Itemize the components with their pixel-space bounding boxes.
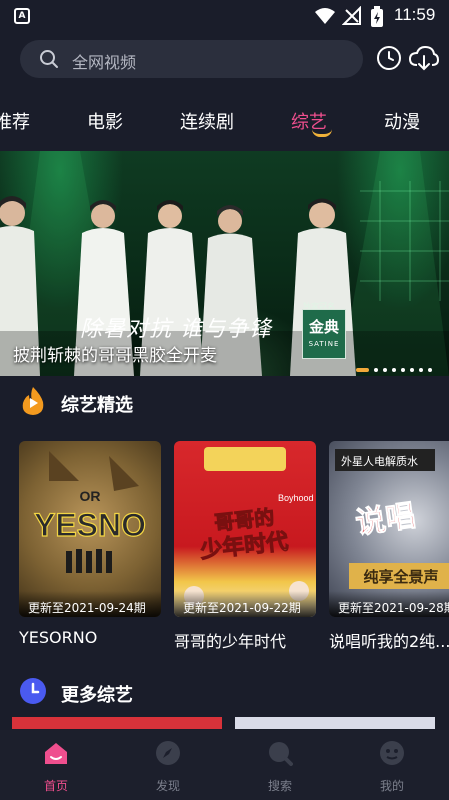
banner-caption: 披荆斩棘的哥哥黑胶全开麦 [13,346,217,366]
search-input[interactable]: 全网视频 [20,40,363,78]
poster-title-art: YESNO [34,507,146,543]
bottom-navigation: 首页 发现 搜索 我的 [0,730,449,800]
show-card[interactable]: 哥哥的 少年时代 Boyhood 更新至2021-09-22期 哥哥的少年时代 [174,441,316,652]
carousel-dot[interactable] [410,367,414,372]
carousel-dot[interactable] [401,367,405,372]
carousel-dot[interactable] [392,367,396,372]
home-icon [45,743,67,764]
svg-text:外星人电解质水: 外星人电解质水 [341,454,418,468]
tab-movies[interactable]: 电影 [87,108,123,134]
nav-profile[interactable]: 我的 [347,730,437,800]
search-icon [40,50,58,68]
svg-text:Boyhood: Boyhood [278,493,314,503]
sponsor-logo: 金典 SATINE [302,309,346,359]
episode-update-label: 更新至2021-09-24期 [19,591,161,617]
carousel-dot[interactable] [383,367,387,372]
carousel-dot[interactable] [419,367,423,372]
episode-update-label: 更新至2021-09-28期 [329,591,449,617]
hero-banner[interactable]: 除暑对抗 谁与争锋 独家冠名 金典 SATINE 披荆斩棘的哥哥黑胶全开麦 [0,151,449,376]
nav-discover-label: 发现 [155,779,180,793]
show-card[interactable]: OR YESNO 更新至2021-09-24期 YESORNO [19,441,161,647]
carousel-indicator [356,359,437,372]
svg-text:纯享全景声: 纯享全景声 [363,568,438,586]
wifi-icon [315,8,335,24]
search-placeholder: 全网视频 [72,53,137,72]
section-title-featured: 综艺精选 [61,395,133,416]
svg-text:说唱: 说唱 [354,498,418,541]
more-show-thumbnail[interactable] [235,717,435,729]
carousel-dot[interactable] [356,367,369,372]
fire-icon [22,387,44,415]
show-poster: 哥哥的 少年时代 Boyhood 更新至2021-09-22期 [174,441,316,617]
show-title: YESORNO [19,628,98,647]
nav-home-label: 首页 [43,779,68,793]
show-title: 哥哥的少年时代 [174,632,287,651]
nav-home[interactable]: 首页 [11,730,101,800]
category-tabs: 推荐 电影 连续剧 综艺 动漫 [0,104,449,144]
app-notification-icon: A [14,8,30,24]
clock: 11:59 [394,5,436,24]
sponsor-brand-sub: SATINE [308,340,340,348]
compass-icon [156,741,180,765]
banner-slogan: 除暑对抗 谁与争锋 [80,317,272,342]
nav-profile-label: 我的 [379,779,404,793]
svg-text:哥哥的: 哥哥的 [213,505,275,535]
tab-anime[interactable]: 动漫 [384,108,420,134]
more-show-thumbnail[interactable] [12,717,222,729]
show-title: 说唱听我的2纯... [329,632,449,651]
section-title-more: 更多综艺 [61,685,133,706]
svg-text:少年时代: 少年时代 [198,529,289,564]
sponsor-brand: 金典 [308,318,339,336]
carousel-dot[interactable] [374,367,378,372]
nav-search[interactable]: 搜索 [235,730,325,800]
svg-text:OR: OR [80,488,101,504]
show-poster: 外星人电解质水 说唱 纯享全景声 更新至2021-09-28期 [329,441,449,617]
profile-icon [380,741,404,765]
episode-update-label: 更新至2021-09-22期 [174,591,316,617]
battery-charging-icon [371,6,383,27]
carousel-dot[interactable] [428,367,432,372]
show-card[interactable]: 外星人电解质水 说唱 纯享全景声 更新至2021-09-28期 说唱听我的2纯.… [329,441,449,652]
status-bar: A 11:59 [0,0,449,32]
clock-badge-icon [20,678,46,704]
nav-search-label: 搜索 [267,779,292,793]
signal-icon [342,6,361,25]
nav-discover[interactable]: 发现 [123,730,213,800]
search-icon [269,742,293,766]
show-poster: OR YESNO 更新至2021-09-24期 [19,441,161,617]
tab-tv-series[interactable]: 连续剧 [180,108,234,134]
tab-recommend[interactable]: 推荐 [0,108,30,134]
cloud-download-icon[interactable] [409,45,439,71]
history-clock-icon[interactable] [376,45,402,71]
